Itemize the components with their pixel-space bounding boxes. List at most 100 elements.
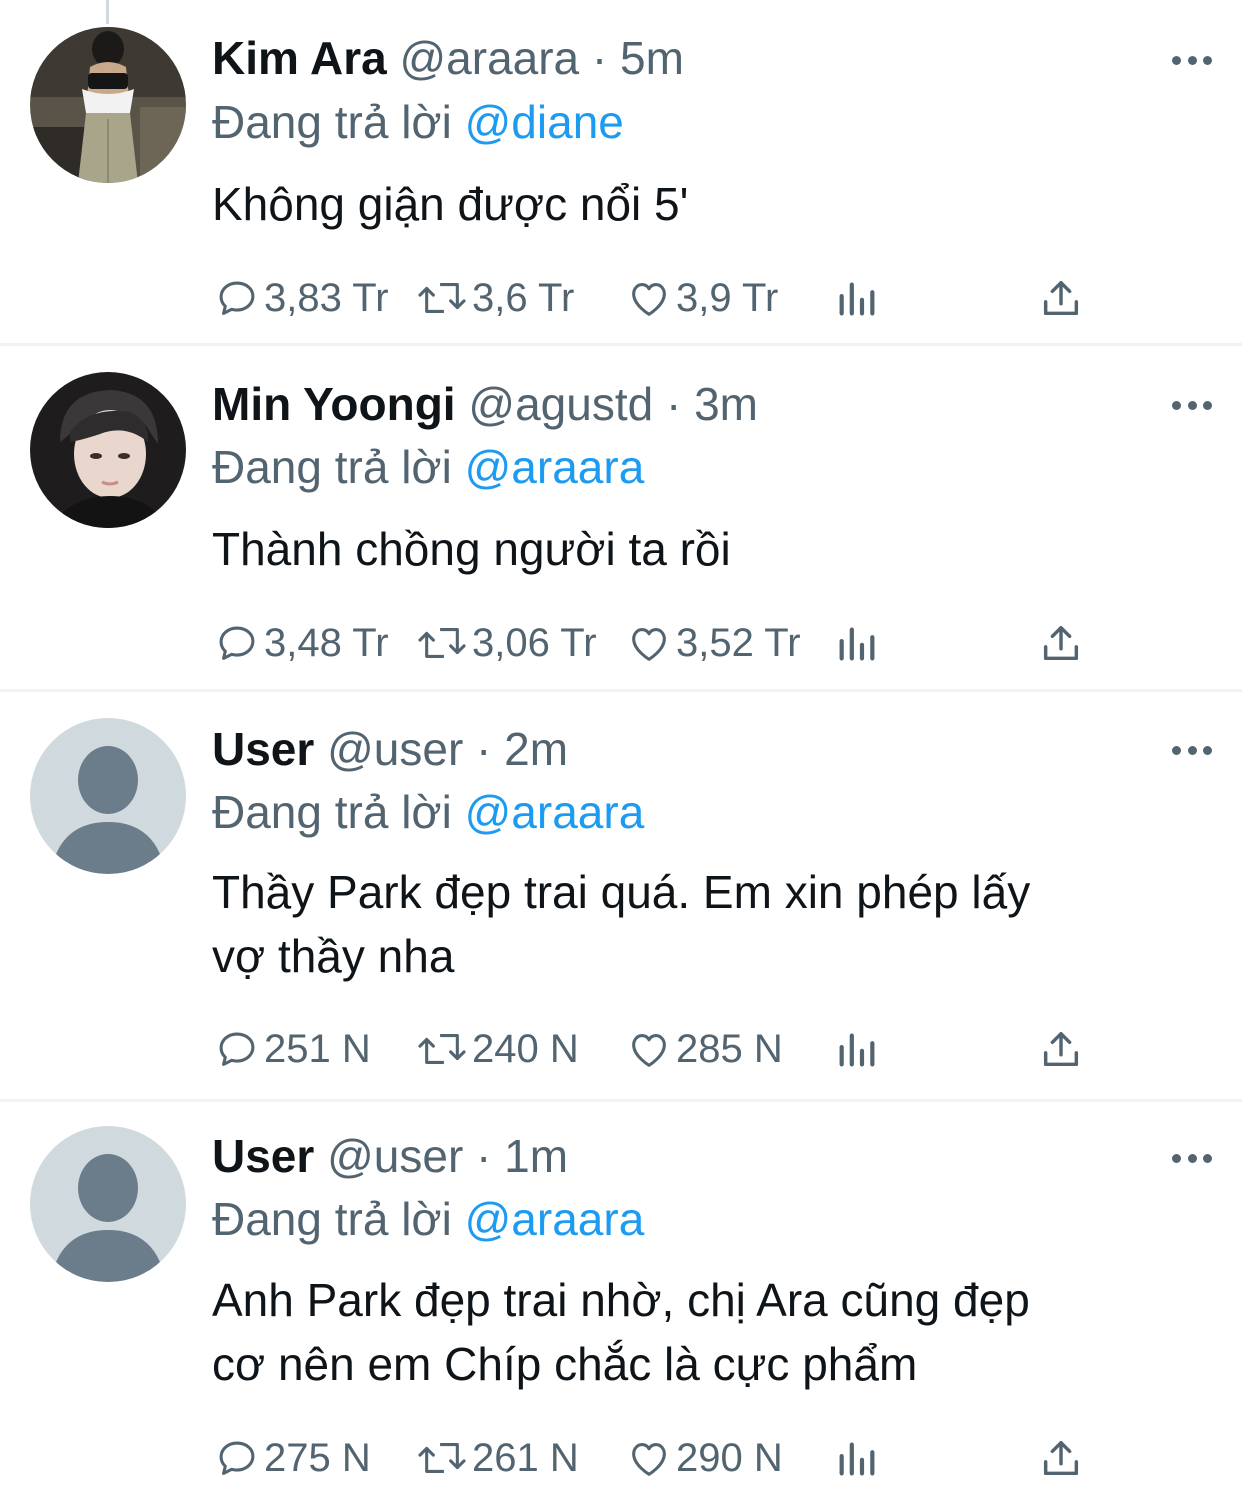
reply-count: 275 N [264, 1435, 371, 1480]
analytics-button[interactable] [834, 1024, 880, 1074]
like-button[interactable]: 290 N [626, 1433, 783, 1483]
mention-link[interactable]: @araara [465, 786, 645, 838]
reply-count: 3,83 Tr [264, 275, 389, 320]
mention-link[interactable]: @araara [465, 441, 645, 493]
avatar[interactable] [30, 27, 186, 183]
dot-icon [1172, 400, 1181, 410]
analytics-button[interactable] [834, 273, 880, 323]
more-options-button[interactable] [1172, 399, 1212, 411]
replying-to: Đang trả lời @araara [212, 784, 644, 840]
tweet-text-line: Thành chồng người ta rồi [212, 523, 731, 575]
retweet-count: 3,06 Tr [472, 620, 597, 665]
tweet-actions: 3,48 Tr 3,06 Tr 3,52 Tr [214, 618, 1094, 668]
tweet[interactable]: Min Yoongi @agustd · 3m Đang trả lời @ar… [0, 346, 1242, 692]
dot-icon [1187, 55, 1197, 65]
tweet-header: User @user · 1m [212, 1128, 568, 1184]
retweet-button[interactable]: 261 N [416, 1433, 579, 1483]
more-options-button[interactable] [1172, 1152, 1212, 1164]
like-button[interactable]: 285 N [626, 1024, 783, 1074]
replying-to-label: Đang trả lời [212, 441, 452, 493]
replying-to-label: Đang trả lời [212, 96, 452, 148]
avatar[interactable] [30, 1126, 186, 1282]
share-icon [1043, 1031, 1079, 1067]
heart-icon [632, 1034, 666, 1067]
like-count: 285 N [676, 1026, 783, 1071]
like-count: 3,52 Tr [676, 620, 801, 665]
tweet-text-line: cơ nên em Chíp chắc là cực phẩm [212, 1338, 918, 1390]
handle-and-time[interactable]: @agustd · 3m [468, 378, 758, 430]
tweet-actions: 251 N 240 N 285 N [214, 1024, 1094, 1074]
like-count: 3,9 Tr [676, 275, 779, 320]
heart-icon [632, 1443, 666, 1476]
analytics-button[interactable] [834, 618, 880, 668]
tweet-text: Thành chồng người ta rồi [212, 517, 1202, 581]
reply-button[interactable]: 251 N [214, 1024, 371, 1074]
tweet-header: Kim Ara @araara · 5m [212, 30, 684, 86]
tweet-text: Thầy Park đẹp trai quá. Em xin phép lấy … [212, 860, 1202, 988]
handle-and-time[interactable]: @user · 1m [327, 1130, 568, 1182]
dot-icon [1203, 55, 1212, 65]
display-name[interactable]: User [212, 1130, 314, 1182]
tweet[interactable]: User @user · 1m Đang trả lời @araara Anh… [0, 1102, 1242, 1493]
like-button[interactable]: 3,52 Tr [626, 618, 801, 668]
share-button[interactable] [1038, 618, 1084, 668]
display-name[interactable]: Kim Ara [212, 32, 387, 84]
analytics-icon [839, 1442, 875, 1476]
replying-to-label: Đang trả lời [212, 786, 452, 838]
handle-and-time[interactable]: @araara · 5m [399, 32, 683, 84]
tweet[interactable]: User @user · 2m Đang trả lời @araara Thầ… [0, 692, 1242, 1102]
share-icon [1043, 280, 1079, 316]
reply-button[interactable]: 3,83 Tr [214, 273, 389, 323]
replying-to: Đang trả lời @diane [212, 94, 624, 150]
tweet[interactable]: Kim Ara @araara · 5m Đang trả lời @diane… [0, 0, 1242, 346]
display-name[interactable]: User [212, 723, 314, 775]
replying-to-label: Đang trả lời [212, 1193, 452, 1245]
share-button[interactable] [1038, 1024, 1084, 1074]
tweet-text-line: Thầy Park đẹp trai quá. Em xin phép lấy [212, 866, 1031, 918]
tweet-header: User @user · 2m [212, 721, 568, 777]
more-options-button[interactable] [1172, 54, 1212, 66]
dot-icon [1172, 745, 1181, 755]
mention-link[interactable]: @diane [465, 96, 624, 148]
like-button[interactable]: 3,9 Tr [626, 273, 778, 323]
retweet-icon [418, 1443, 466, 1473]
share-icon [1043, 1440, 1079, 1476]
retweet-button[interactable]: 3,06 Tr [416, 618, 597, 668]
tweet-text-line: Anh Park đẹp trai nhờ, chị Ara cũng đẹp [212, 1274, 1030, 1326]
reply-button[interactable]: 3,48 Tr [214, 618, 389, 668]
more-options-button[interactable] [1172, 744, 1212, 756]
heart-icon [632, 628, 666, 661]
reply-button[interactable]: 275 N [214, 1433, 371, 1483]
reply-icon [219, 281, 255, 315]
analytics-button[interactable] [834, 1433, 880, 1483]
dot-icon [1187, 745, 1197, 755]
retweet-button[interactable]: 3,6 Tr [416, 273, 574, 323]
replying-to: Đang trả lời @araara [212, 1191, 644, 1247]
analytics-icon [839, 282, 875, 316]
reply-icon [219, 626, 255, 660]
retweet-count: 240 N [472, 1026, 579, 1071]
mention-link[interactable]: @araara [465, 1193, 645, 1245]
retweet-icon [418, 283, 466, 313]
retweet-count: 3,6 Tr [472, 275, 575, 320]
display-name[interactable]: Min Yoongi [212, 378, 456, 430]
dot-icon [1187, 1153, 1197, 1163]
reply-icon [219, 1441, 255, 1475]
handle-and-time[interactable]: @user · 2m [327, 723, 568, 775]
heart-icon [632, 283, 666, 316]
dot-icon [1187, 400, 1197, 410]
tweet-header: Min Yoongi @agustd · 3m [212, 376, 758, 432]
share-button[interactable] [1038, 1433, 1084, 1483]
dot-icon [1172, 55, 1181, 65]
avatar[interactable] [30, 718, 186, 874]
share-icon [1043, 625, 1079, 661]
avatar[interactable] [30, 372, 186, 528]
share-button[interactable] [1038, 273, 1084, 323]
tweet-actions: 3,83 Tr 3,6 Tr 3,9 Tr [214, 273, 1094, 323]
retweet-button[interactable]: 240 N [416, 1024, 579, 1074]
reply-count: 3,48 Tr [264, 620, 389, 665]
like-count: 290 N [676, 1435, 783, 1480]
retweet-icon [418, 1034, 466, 1064]
tweet-text: Không giận được nổi 5' [212, 172, 1202, 236]
replying-to: Đang trả lời @araara [212, 439, 644, 495]
